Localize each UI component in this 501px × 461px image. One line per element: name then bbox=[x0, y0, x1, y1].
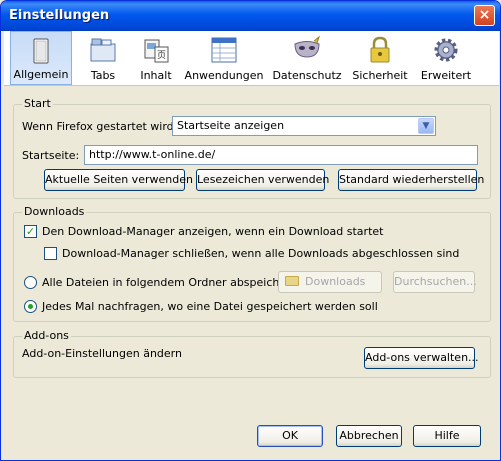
restore-default-button[interactable]: Standard wiederherstellen bbox=[338, 169, 484, 191]
startup-select-value: Startseite anzeigen bbox=[177, 119, 285, 132]
tab-tabs[interactable]: Tabs bbox=[78, 31, 128, 85]
download-folder-label: Downloads bbox=[305, 275, 366, 288]
save-all-radio[interactable] bbox=[24, 276, 37, 289]
privacy-mask-icon bbox=[294, 35, 321, 58]
tab-allgemein[interactable]: Allgemein bbox=[10, 31, 72, 85]
downloads-group: Downloads ✓ Den Download-Manager anzeige… bbox=[13, 205, 491, 322]
radio-selected-dot bbox=[28, 304, 33, 309]
cancel-button[interactable]: Abbrechen bbox=[336, 425, 402, 447]
download-folder-button: Downloads bbox=[278, 271, 382, 293]
tab-anwendungen-label: Anwendungen bbox=[184, 69, 264, 82]
tab-tabs-label: Tabs bbox=[90, 69, 116, 82]
help-button[interactable]: Hilfe bbox=[413, 425, 481, 447]
close-icon: × bbox=[478, 7, 491, 23]
manage-addons-button[interactable]: Add-ons verwalten... bbox=[364, 347, 479, 369]
tab-erweitert-label: Erweitert bbox=[420, 69, 472, 82]
window-title: Einstellungen bbox=[9, 8, 110, 23]
tab-inhalt-label: Inhalt bbox=[140, 69, 172, 82]
tab-erweitert[interactable]: Erweitert bbox=[414, 31, 478, 85]
close-download-manager-checkbox[interactable] bbox=[44, 247, 57, 260]
settings-dialog: Einstellungen × Allgemein Tabs 页 Inhalt … bbox=[0, 0, 501, 461]
close-download-manager-label: Download-Manager schließen, wenn alle Do… bbox=[62, 247, 460, 260]
title-bar: Einstellungen × bbox=[1, 1, 500, 31]
save-all-label: Alle Dateien in folgendem Ordner abspeic… bbox=[42, 276, 302, 289]
tabs-icon bbox=[90, 38, 116, 62]
downloads-group-title: Downloads bbox=[22, 205, 87, 218]
advanced-gear-icon bbox=[434, 38, 458, 62]
folder-icon bbox=[285, 276, 299, 286]
addons-description: Add-on-Einstellungen ändern bbox=[22, 347, 182, 360]
tab-anwendungen[interactable]: Anwendungen bbox=[184, 31, 264, 85]
ok-button[interactable]: OK bbox=[257, 425, 323, 447]
show-download-manager-checkbox[interactable]: ✓ bbox=[24, 225, 37, 238]
startup-label: Wenn Firefox gestartet wird: bbox=[22, 120, 178, 133]
close-button[interactable]: × bbox=[474, 5, 495, 26]
homepage-input[interactable]: http://www.t-online.de/ bbox=[84, 145, 478, 165]
use-bookmark-button[interactable]: Lesezeichen verwenden bbox=[196, 169, 329, 191]
addons-group: Add-ons Add-on-Einstellungen ändern Add-… bbox=[13, 329, 491, 378]
tab-inhalt[interactable]: 页 Inhalt bbox=[131, 31, 181, 85]
general-icon bbox=[33, 38, 49, 64]
svg-text:页: 页 bbox=[157, 50, 166, 61]
applications-icon bbox=[211, 37, 237, 63]
start-group-title: Start bbox=[22, 97, 53, 110]
tab-sicherheit-label: Sicherheit bbox=[352, 69, 408, 82]
ask-each-time-radio[interactable] bbox=[24, 300, 37, 313]
show-download-manager-label: Den Download-Manager anzeigen, wenn ein … bbox=[42, 225, 384, 238]
startup-select[interactable]: Startseite anzeigen ▼ bbox=[172, 116, 436, 136]
addons-group-title: Add-ons bbox=[22, 329, 71, 342]
browse-button: Durchsuchen... bbox=[393, 271, 477, 293]
tab-sicherheit[interactable]: Sicherheit bbox=[348, 31, 412, 85]
use-current-pages-button[interactable]: Aktuelle Seiten verwenden bbox=[44, 169, 193, 191]
chevron-down-icon[interactable]: ▼ bbox=[418, 118, 434, 134]
security-lock-icon bbox=[370, 36, 390, 63]
tab-datenschutz-label: Datenschutz bbox=[272, 69, 342, 82]
content-icon: 页 bbox=[144, 39, 169, 63]
ask-each-time-label: Jedes Mal nachfragen, wo eine Datei gesp… bbox=[42, 300, 378, 313]
tab-datenschutz[interactable]: Datenschutz bbox=[271, 31, 343, 85]
homepage-label: Startseite: bbox=[22, 149, 80, 162]
check-icon: ✓ bbox=[25, 225, 36, 238]
start-group: Start Wenn Firefox gestartet wird: Start… bbox=[13, 97, 491, 199]
category-toolbar: Allgemein Tabs 页 Inhalt Anwendungen Date… bbox=[4, 31, 499, 86]
tab-allgemein-label: Allgemein bbox=[13, 68, 69, 81]
homepage-input-value: http://www.t-online.de/ bbox=[89, 148, 216, 161]
